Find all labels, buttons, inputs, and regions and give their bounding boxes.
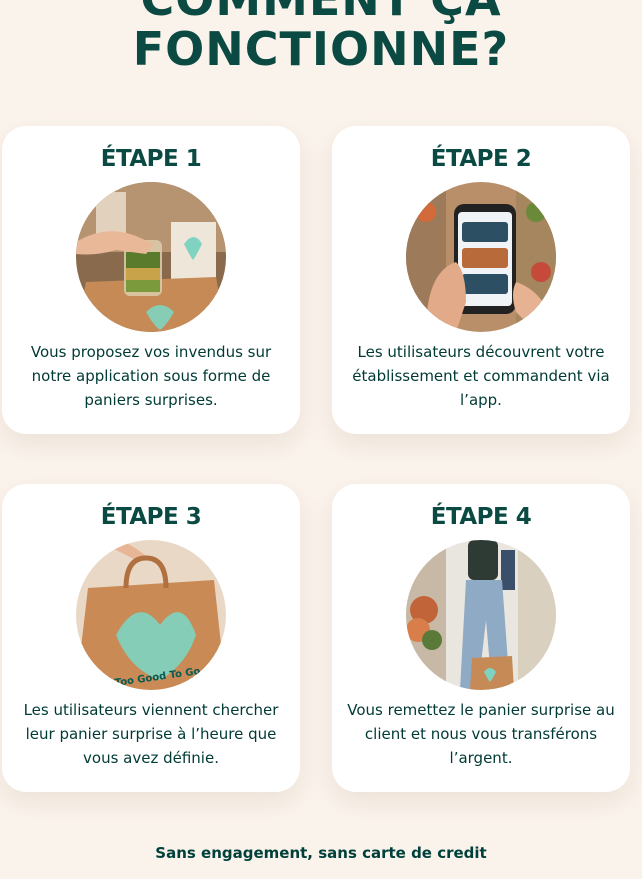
step-title: ÉTAPE 4 xyxy=(430,504,532,530)
step-title: ÉTAPE 3 xyxy=(100,504,202,530)
section-title-line2: FONCTIONNE? xyxy=(132,22,510,76)
step-description: Les utilisateurs viennent chercher leur … xyxy=(23,701,279,767)
paper-bag-image: Too Good To Go xyxy=(76,540,226,690)
step-title: ÉTAPE 2 xyxy=(430,146,532,172)
step-description: Les utilisateurs découvrent votre établi… xyxy=(352,343,610,409)
step-4-photo xyxy=(406,540,556,690)
hands-phone-app-image xyxy=(406,182,556,332)
step-2-photo xyxy=(406,182,556,332)
step-card-1: ÉTAPE 1 Vous proposez vos invendus sur n… xyxy=(2,126,300,434)
step-card-3: ÉTAPE 3 Too Good To Go Les utilisateurs … xyxy=(2,484,300,792)
footer-note: Sans engagement, sans carte de credit xyxy=(155,844,487,862)
person-walking-bag-image xyxy=(406,540,556,690)
step-description: Vous proposez vos invendus sur notre app… xyxy=(30,343,272,409)
hand-jar-bag-image xyxy=(76,182,226,332)
step-card-2: ÉTAPE 2 Les utilisateurs découvrent votr… xyxy=(332,126,630,434)
step-card-4: ÉTAPE 4 Vous remettez le panier surprise… xyxy=(332,484,630,792)
step-1-photo xyxy=(76,182,226,332)
step-3-photo: Too Good To Go xyxy=(76,540,226,690)
step-description: Vous remettez le panier surprise au clie… xyxy=(347,701,615,767)
step-title: ÉTAPE 1 xyxy=(100,146,202,172)
